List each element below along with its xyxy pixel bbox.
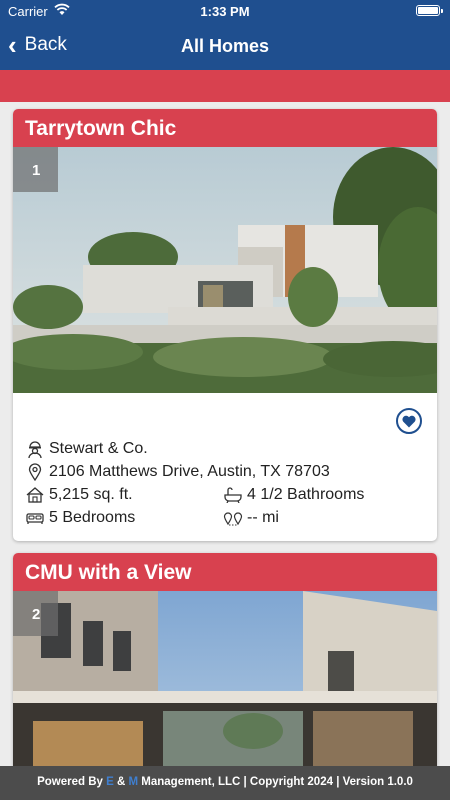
home-photo[interactable]: 2 <box>13 591 437 766</box>
header-accent-bar <box>0 70 450 102</box>
footer: Powered By E & M Management, LLC | Copyr… <box>0 766 450 800</box>
home-title: Tarrytown Chic <box>13 109 437 147</box>
home-address: 2106 Matthews Drive, Austin, TX 78703 <box>49 463 330 480</box>
home-sqft: 5,215 sq. ft. <box>49 486 133 503</box>
distance-icon <box>223 508 243 528</box>
home-photo[interactable]: 1 <box>13 147 437 393</box>
heart-icon <box>402 415 416 427</box>
home-details: Stewart & Co. 2106 Matthews Drive, Austi… <box>13 393 437 541</box>
builder-name: Stewart & Co. <box>49 440 148 457</box>
navigation-bar: ‹ Back All Homes <box>0 28 450 64</box>
favorite-button[interactable] <box>396 408 422 434</box>
address-row: 2106 Matthews Drive, Austin, TX 78703 <box>25 461 330 483</box>
home-distance: -- mi <box>247 509 279 526</box>
home-bathrooms: 4 1/2 Bathrooms <box>247 486 365 503</box>
builder-icon <box>25 439 45 459</box>
battery-icon <box>416 5 443 16</box>
bathtub-icon <box>223 485 243 505</box>
footer-suffix: Management, LLC | Copyright 2024 | Versi… <box>138 776 413 788</box>
footer-ampersand: & <box>113 776 129 788</box>
location-pin-icon <box>25 462 45 482</box>
home-index-badge: 1 <box>13 147 58 192</box>
home-title: CMU with a View <box>13 553 437 591</box>
homes-list[interactable]: Tarrytown Chic 1 Stewart & Co. 2106 Matt… <box>0 102 450 766</box>
footer-m-link[interactable]: M <box>128 776 138 788</box>
status-bar: Carrier 1:33 PM <box>0 0 450 22</box>
home-card[interactable]: Tarrytown Chic 1 Stewart & Co. 2106 Matt… <box>13 109 437 541</box>
page-title: All Homes <box>180 36 270 56</box>
sqft-row: 5,215 sq. ft. <box>25 484 133 506</box>
bed-icon <box>25 508 45 528</box>
home-card[interactable]: CMU with a View 2 <box>13 553 437 766</box>
top-bar: Carrier 1:33 PM ‹ Back All Homes <box>0 0 450 70</box>
distance-row: -- mi <box>223 507 279 529</box>
home-bedrooms: 5 Bedrooms <box>49 509 136 526</box>
footer-prefix: Powered By <box>37 776 107 788</box>
home-photo-image <box>13 591 437 766</box>
home-photo-image <box>13 147 437 393</box>
home-index-badge: 2 <box>13 591 58 636</box>
footer-e-link[interactable]: E <box>106 776 114 788</box>
status-time: 1:33 PM <box>200 4 250 19</box>
bedrooms-row: 5 Bedrooms <box>25 507 135 529</box>
house-icon <box>25 485 45 505</box>
builder-row: Stewart & Co. <box>25 438 148 460</box>
bathrooms-row: 4 1/2 Bathrooms <box>223 484 364 506</box>
